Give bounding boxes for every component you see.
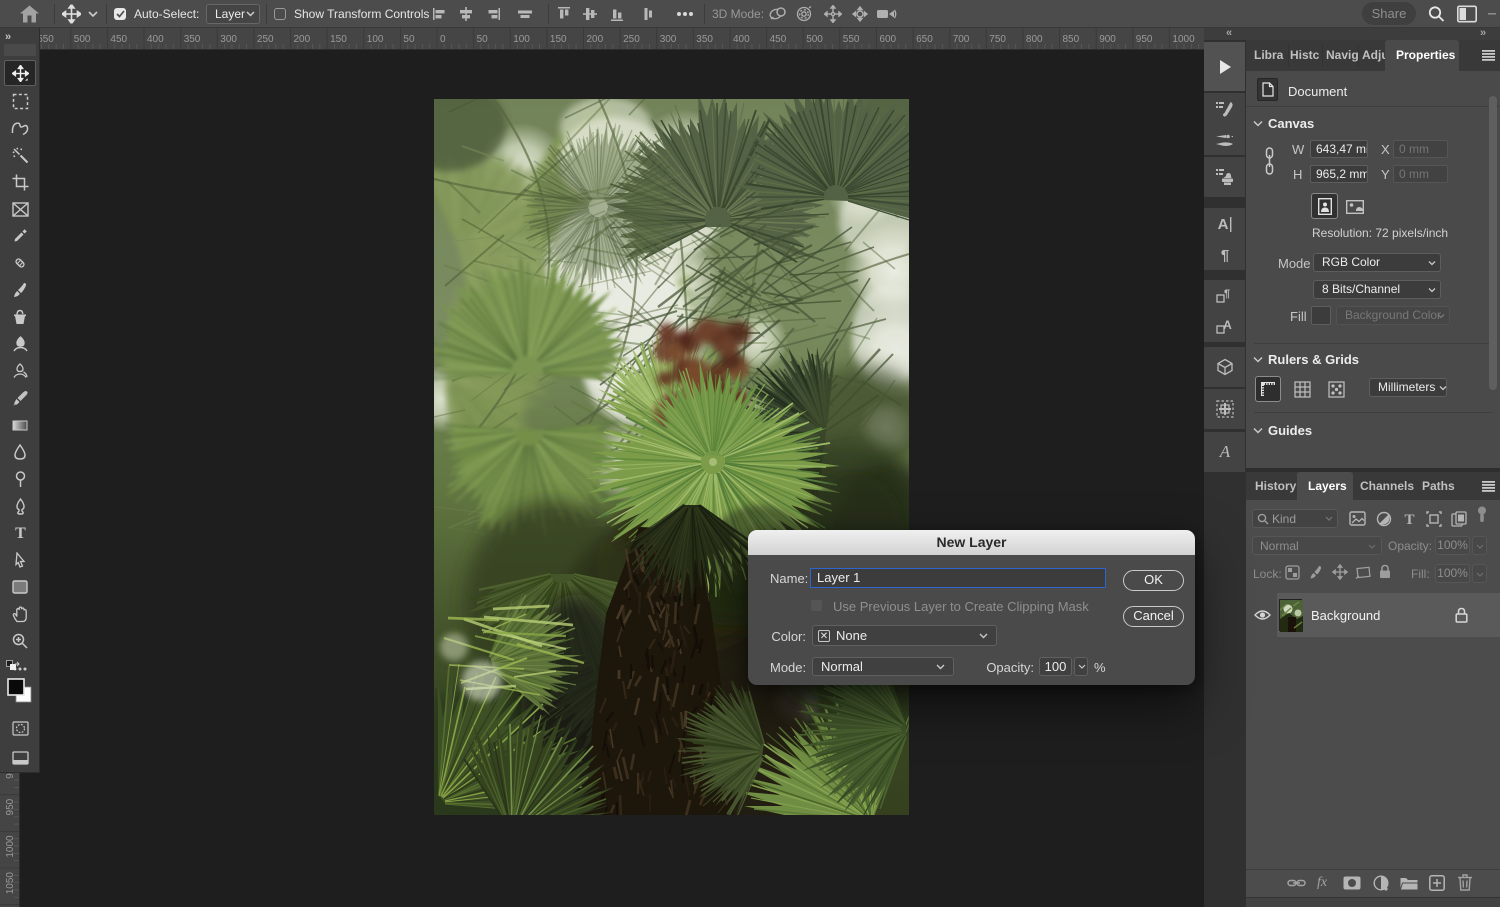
svg-text:850: 850 [1063, 34, 1080, 45]
svg-text:250: 250 [623, 34, 640, 45]
svg-text:200: 200 [294, 34, 311, 45]
svg-text:350: 350 [184, 34, 201, 45]
svg-text:A: A [1218, 443, 1230, 461]
svg-text:800: 800 [1026, 34, 1043, 45]
svg-text:650: 650 [916, 34, 933, 45]
svg-text:A: A [1223, 318, 1232, 332]
svg-text:250: 250 [257, 34, 274, 45]
svg-text:A: A [1217, 216, 1228, 233]
svg-text:350: 350 [696, 34, 713, 45]
svg-text:600: 600 [879, 34, 896, 45]
svg-text:100: 100 [367, 34, 384, 45]
svg-text:400: 400 [733, 34, 750, 45]
svg-text:50: 50 [403, 34, 415, 45]
svg-text:150: 150 [330, 34, 347, 45]
svg-text:0: 0 [440, 34, 446, 45]
svg-text:750: 750 [989, 34, 1006, 45]
svg-text:T: T [15, 525, 26, 541]
svg-text:500: 500 [74, 34, 91, 45]
svg-text:¶: ¶ [1224, 288, 1230, 300]
svg-text:300: 300 [660, 34, 677, 45]
svg-text:T: T [1404, 512, 1414, 526]
svg-text:950: 950 [5, 798, 16, 815]
svg-text:500: 500 [806, 34, 823, 45]
svg-text:50: 50 [477, 34, 489, 45]
svg-text:950: 950 [1136, 34, 1153, 45]
svg-text:¶: ¶ [1220, 247, 1228, 264]
svg-text:150: 150 [550, 34, 567, 45]
svg-text:1000: 1000 [1172, 34, 1195, 45]
svg-text:700: 700 [953, 34, 970, 45]
svg-text:450: 450 [110, 34, 127, 45]
svg-text:550: 550 [843, 34, 860, 45]
svg-text:400: 400 [147, 34, 164, 45]
svg-text:200: 200 [587, 34, 604, 45]
svg-text:900: 900 [1099, 34, 1116, 45]
svg-text:300: 300 [220, 34, 237, 45]
svg-text:450: 450 [770, 34, 787, 45]
svg-text:100: 100 [513, 34, 530, 45]
